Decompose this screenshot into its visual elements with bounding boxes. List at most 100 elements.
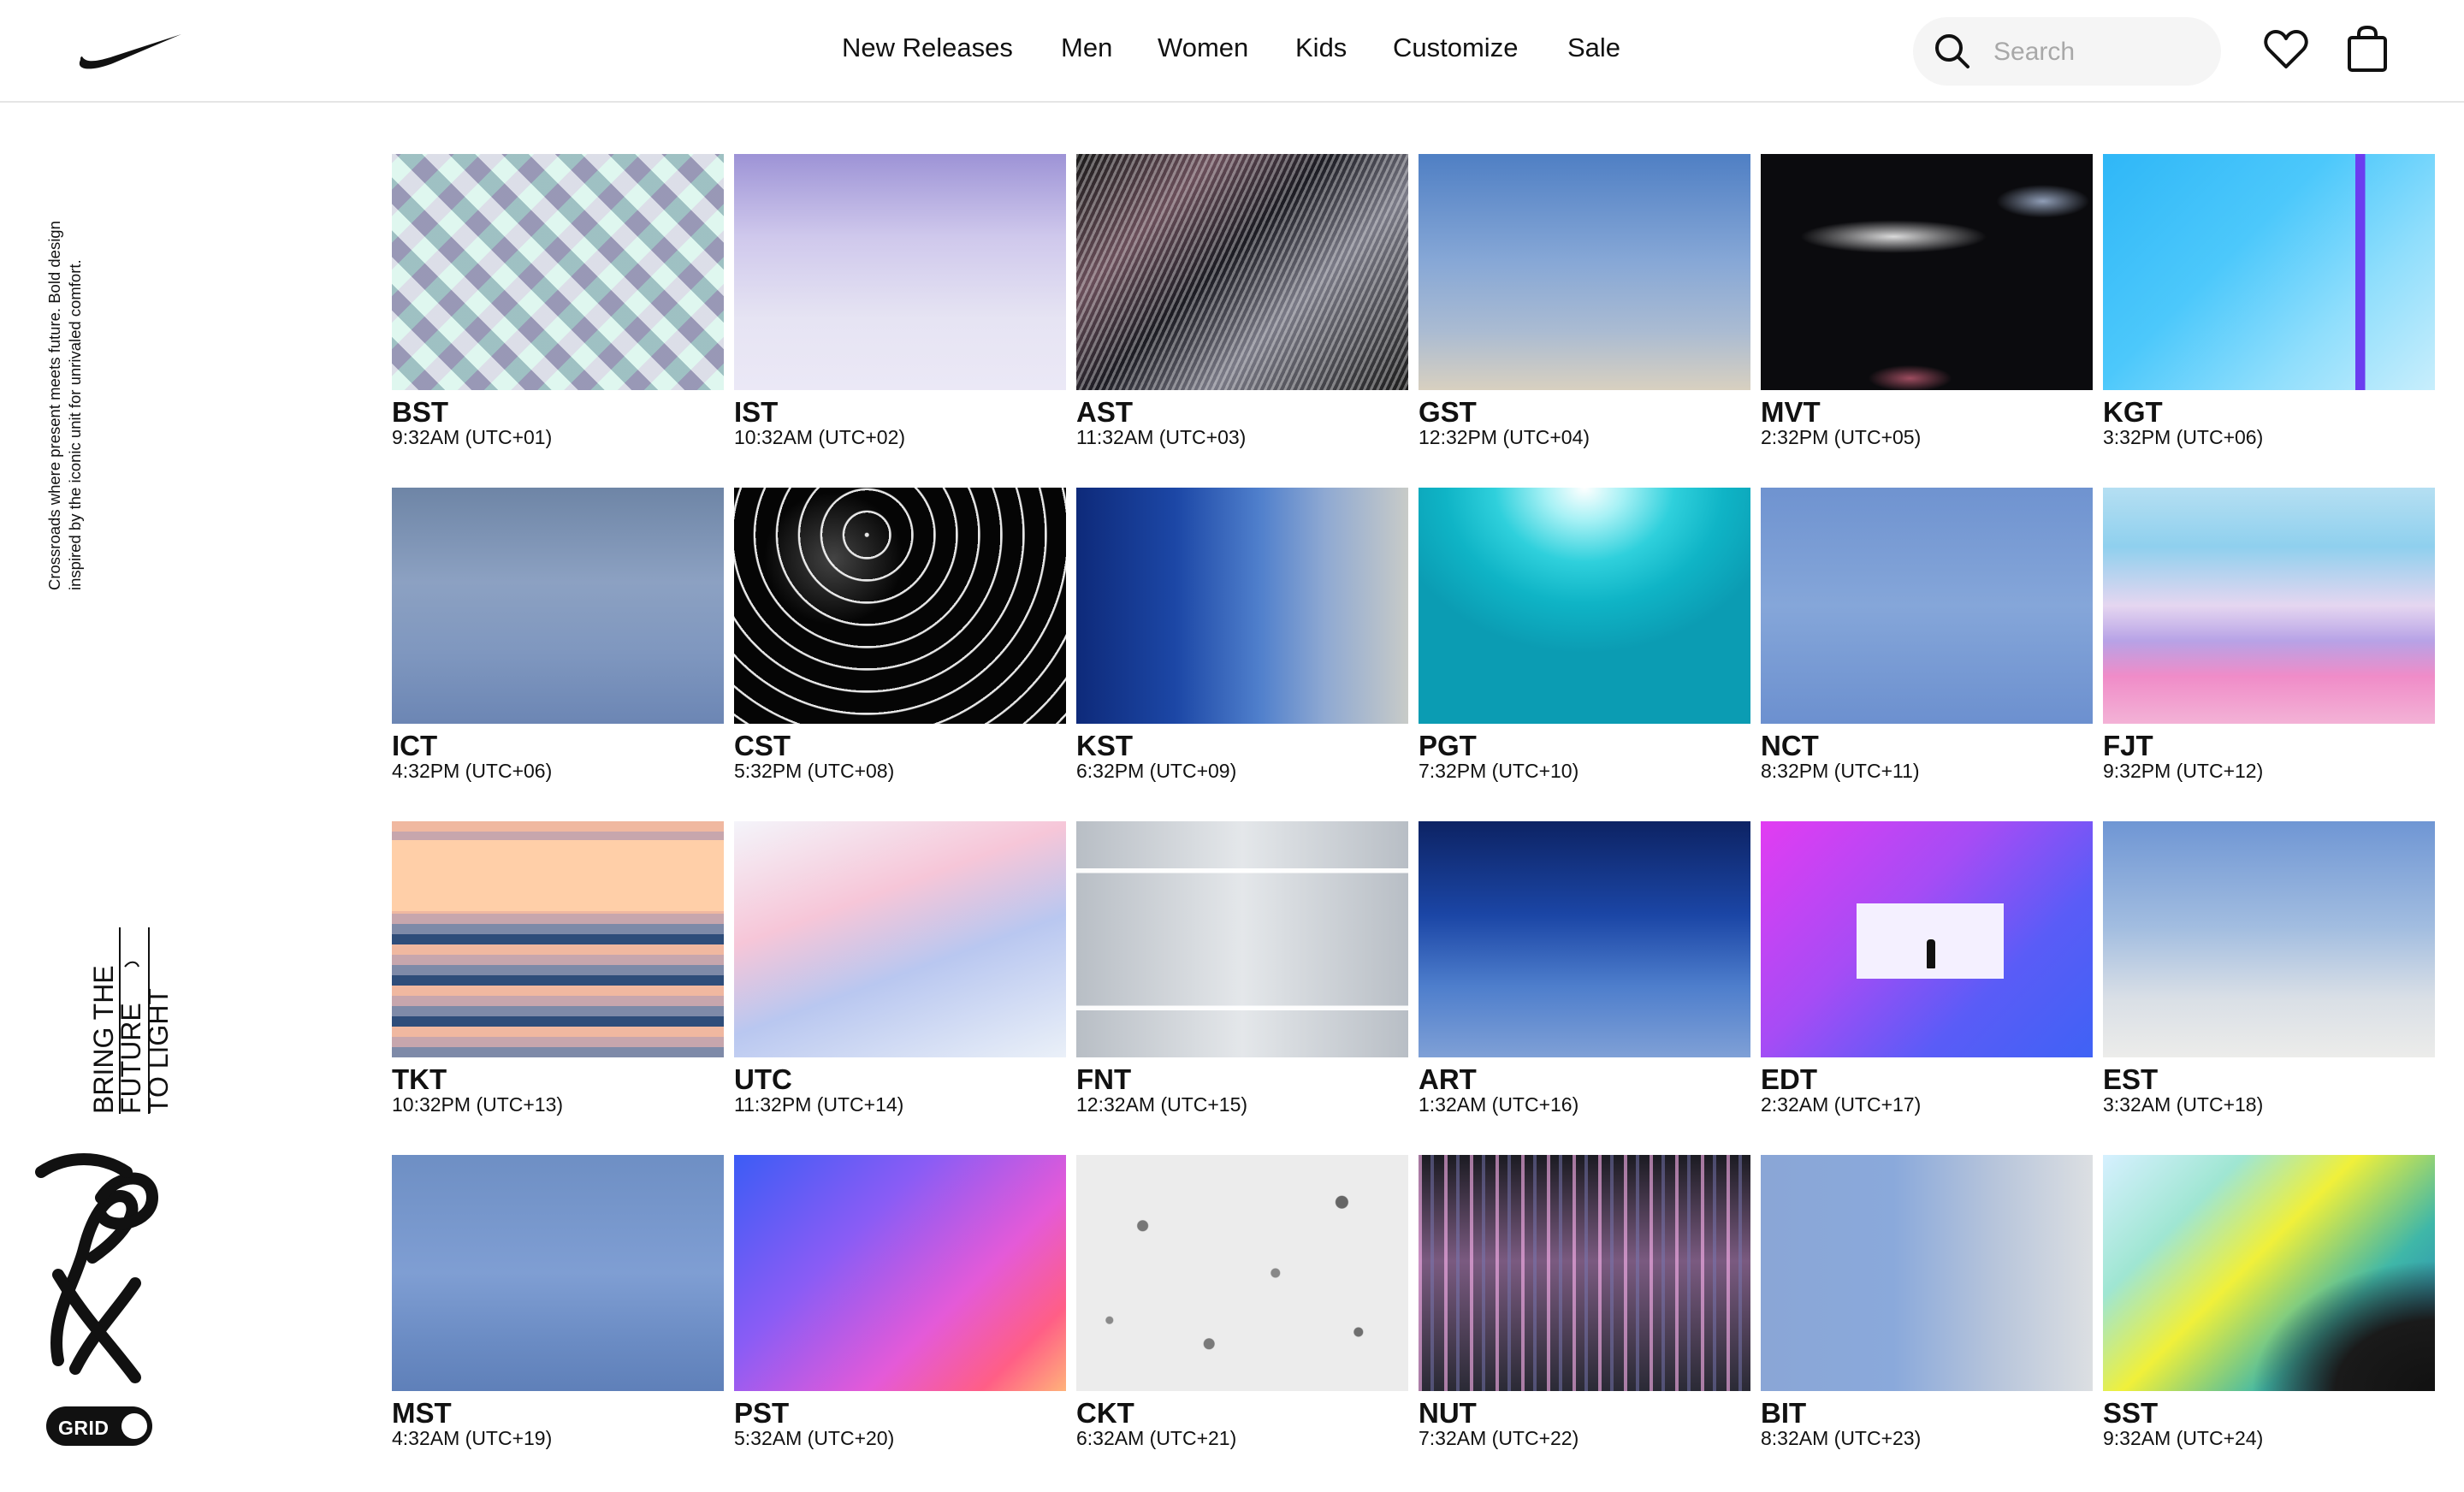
tile-time: 5:32AM (UTC+20): [734, 1427, 895, 1449]
shopping-bag-icon[interactable]: [2346, 26, 2389, 72]
silhouette-figure: [1927, 939, 1935, 968]
timezone-tile[interactable]: ART 1:32AM (UTC+16): [1419, 821, 1750, 1155]
tile-time: 10:32AM (UTC+02): [734, 426, 906, 448]
tile-code: EST: [2103, 1063, 2159, 1095]
search-box[interactable]: [1913, 17, 2221, 86]
timezone-tile[interactable]: KST 6:32PM (UTC+09): [1076, 488, 1408, 821]
tile-image: [1076, 154, 1408, 390]
tile-image: [2103, 821, 2435, 1057]
tile-time: 4:32AM (UTC+19): [392, 1427, 553, 1449]
timezone-tile[interactable]: MVT 2:32PM (UTC+05): [1761, 154, 2093, 488]
tile-code: NCT: [1761, 730, 1819, 761]
tile-code: PST: [734, 1397, 790, 1429]
timezone-tile[interactable]: FJT 9:32PM (UTC+12): [2103, 488, 2435, 821]
timezone-tile[interactable]: CKT 6:32AM (UTC+21): [1076, 1155, 1408, 1489]
nav-women[interactable]: Women: [1158, 33, 1248, 63]
tile-time: 8:32AM (UTC+23): [1761, 1427, 1922, 1449]
tile-image: [1419, 488, 1750, 724]
tile-time: 12:32AM (UTC+15): [1076, 1093, 1248, 1116]
timezone-tile[interactable]: ICT 4:32PM (UTC+06): [392, 488, 724, 821]
tile-time: 2:32PM (UTC+05): [1761, 426, 1922, 448]
tile-time: 9:32AM (UTC+01): [392, 426, 553, 448]
tile-code: GST: [1419, 396, 1477, 428]
heart-icon[interactable]: [2264, 29, 2308, 70]
timezone-tile[interactable]: EST 3:32AM (UTC+18): [2103, 821, 2435, 1155]
timezone-tile[interactable]: GST 12:32PM (UTC+04): [1419, 154, 1750, 488]
tile-code: EDT: [1761, 1063, 1817, 1095]
tile-time: 9:32AM (UTC+24): [2103, 1427, 2264, 1449]
tile-code: BST: [392, 396, 448, 428]
swoosh-logo-icon[interactable]: [79, 31, 183, 70]
tile-code: FJT: [2103, 730, 2153, 761]
tile-time: 6:32AM (UTC+21): [1076, 1427, 1237, 1449]
tile-image: [1761, 821, 2093, 1057]
timezone-tile[interactable]: SST 9:32AM (UTC+24): [2103, 1155, 2435, 1489]
air-script-icon: [35, 1153, 159, 1383]
tile-code: AST: [1076, 396, 1133, 428]
tile-time: 7:32AM (UTC+22): [1419, 1427, 1579, 1449]
tile-image: [392, 154, 724, 390]
tile-time: 11:32AM (UTC+03): [1076, 426, 1247, 448]
site-header: New Releases Men Women Kids Customize Sa…: [0, 0, 2464, 103]
tile-time: 9:32PM (UTC+12): [2103, 760, 2264, 782]
timezone-tile[interactable]: FNT 12:32AM (UTC+15): [1076, 821, 1408, 1155]
timezone-tile[interactable]: KGT 3:32PM (UTC+06): [2103, 154, 2435, 488]
tile-image: [2103, 154, 2435, 390]
tile-code: TKT: [392, 1063, 447, 1095]
tile-code: ICT: [392, 730, 438, 761]
tile-code: CST: [734, 730, 791, 761]
tile-code: BIT: [1761, 1397, 1807, 1429]
tile-time: 11:32PM (UTC+14): [734, 1093, 904, 1116]
tile-time: 3:32AM (UTC+18): [2103, 1093, 2264, 1116]
nav-kids[interactable]: Kids: [1295, 33, 1347, 63]
nav-customize[interactable]: Customize: [1393, 33, 1518, 63]
tile-image: [734, 154, 1066, 390]
tile-code: KGT: [2103, 396, 2163, 428]
tile-code: PGT: [1419, 730, 1477, 761]
tile-code: NUT: [1419, 1397, 1477, 1429]
tile-image: [2103, 1155, 2435, 1391]
tile-image: [392, 1155, 724, 1391]
timezone-grid: BST 9:32AM (UTC+01) IST 10:32AM (UTC+02) A…: [392, 154, 2437, 1489]
tile-image: [1419, 1155, 1750, 1391]
tile-image: [734, 1155, 1066, 1391]
tile-code: CKT: [1076, 1397, 1134, 1429]
tile-image: [1761, 154, 2093, 390]
timezone-tile[interactable]: PGT 7:32PM (UTC+10): [1419, 488, 1750, 821]
tile-time: 6:32PM (UTC+09): [1076, 760, 1237, 782]
timezone-tile[interactable]: NCT 8:32PM (UTC+11): [1761, 488, 2093, 821]
timezone-tile[interactable]: BST 9:32AM (UTC+01): [392, 154, 724, 488]
tile-image: [1076, 821, 1408, 1057]
brand-line-1: BRING THE: [88, 965, 119, 1114]
timezone-tile[interactable]: EDT 2:32AM (UTC+17): [1761, 821, 2093, 1155]
timezone-tile[interactable]: UTC 11:32PM (UTC+14): [734, 821, 1066, 1155]
timezone-tile[interactable]: PST 5:32AM (UTC+20): [734, 1155, 1066, 1489]
tile-time: 2:32AM (UTC+17): [1761, 1093, 1922, 1116]
tile-time: 1:32AM (UTC+16): [1419, 1093, 1579, 1116]
tile-code: FNT: [1076, 1063, 1132, 1095]
tile-image: [1419, 821, 1750, 1057]
tile-image: [392, 488, 724, 724]
timezone-tile[interactable]: BIT 8:32AM (UTC+23): [1761, 1155, 2093, 1489]
grid-toggle-label: GRID: [58, 1417, 110, 1439]
tile-image: [1419, 154, 1750, 390]
timezone-tile[interactable]: CST 5:32PM (UTC+08): [734, 488, 1066, 821]
tile-time: 10:32PM (UTC+13): [392, 1093, 564, 1116]
timezone-tile[interactable]: MST 4:32AM (UTC+19): [392, 1155, 724, 1489]
tile-code: IST: [734, 396, 779, 428]
search-icon[interactable]: [1934, 33, 1971, 70]
nav-sale[interactable]: Sale: [1567, 33, 1620, 63]
search-input[interactable]: [1992, 33, 2209, 72]
tile-code: ART: [1419, 1063, 1477, 1095]
nav-new-releases[interactable]: New Releases: [842, 33, 1013, 63]
nav-men[interactable]: Men: [1061, 33, 1112, 63]
tile-image: [734, 488, 1066, 724]
timezone-tile[interactable]: IST 10:32AM (UTC+02): [734, 154, 1066, 488]
tile-time: 3:32PM (UTC+06): [2103, 426, 2264, 448]
brand-line-3: TO LIGHT: [143, 988, 169, 1114]
timezone-tile[interactable]: AST 11:32AM (UTC+03): [1076, 154, 1408, 488]
tile-image: [1076, 1155, 1408, 1391]
timezone-tile[interactable]: TKT 10:32PM (UTC+13): [392, 821, 724, 1155]
grid-toggle[interactable]: GRID: [46, 1406, 152, 1446]
timezone-tile[interactable]: NUT 7:32AM (UTC+22): [1419, 1155, 1750, 1489]
